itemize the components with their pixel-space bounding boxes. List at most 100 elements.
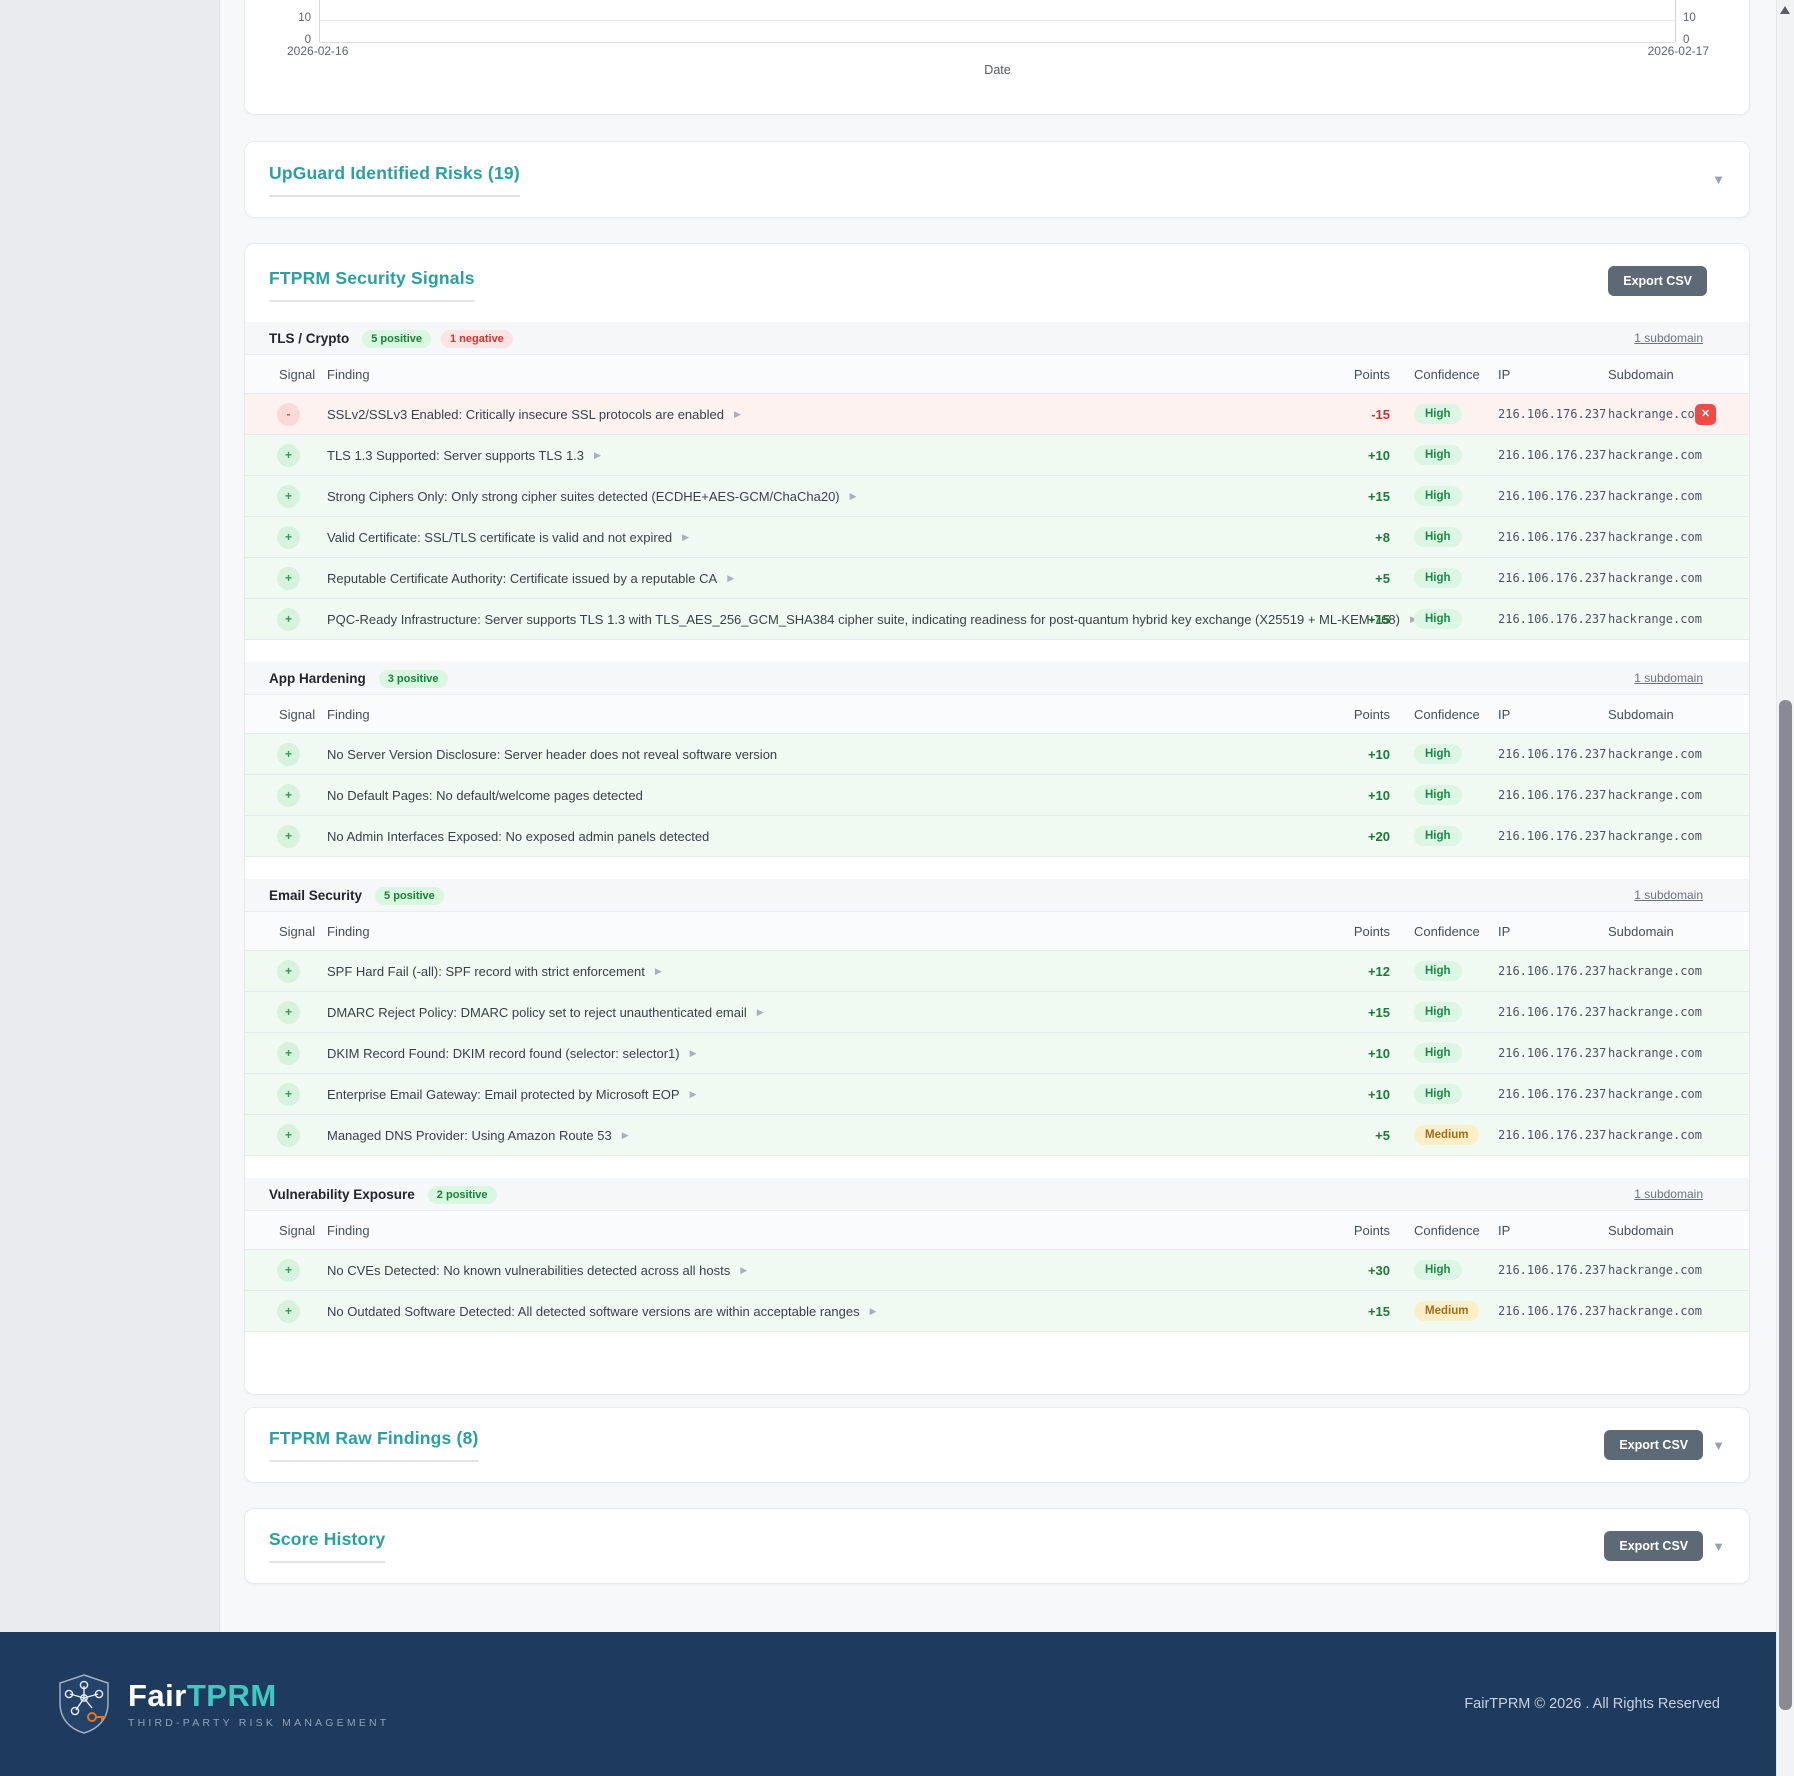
table-row[interactable]: + No Outdated Software Detected: All det… (245, 1291, 1749, 1332)
page-scrollbar[interactable] (1776, 0, 1794, 1776)
table-row[interactable]: + Strong Ciphers Only: Only strong ciphe… (245, 476, 1749, 517)
ip-value: 216.106.176.237 (1498, 747, 1608, 761)
column-header-ip: IP (1498, 924, 1608, 939)
gridline (320, 42, 1675, 43)
table-row[interactable]: + Enterprise Email Gateway: Email protec… (245, 1074, 1749, 1115)
subdomain-value: hackrange.com (1608, 489, 1695, 503)
table-row[interactable]: + Reputable Certificate Authority: Certi… (245, 558, 1749, 599)
table-row[interactable]: - SSLv2/SSLv3 Enabled: Critically insecu… (245, 394, 1749, 435)
table-row[interactable]: + Managed DNS Provider: Using Amazon Rou… (245, 1115, 1749, 1156)
signal-badge: + (277, 485, 300, 508)
chevron-down-icon[interactable]: ▼ (1712, 1539, 1725, 1554)
expand-arrow-icon[interactable]: ▶ (727, 573, 734, 584)
scrollbar-thumb[interactable] (1779, 700, 1792, 1710)
column-header-ip: IP (1498, 707, 1608, 722)
raw-findings-panel: FTPRM Raw Findings (8) Export CSV ▼ (244, 1407, 1750, 1483)
column-header-points: Points (1327, 367, 1390, 382)
confidence-badge: High (1414, 1084, 1462, 1104)
confidence-badge: High (1414, 785, 1462, 805)
table-body: - SSLv2/SSLv3 Enabled: Critically insecu… (245, 394, 1749, 640)
export-csv-button[interactable]: Export CSV (1608, 266, 1707, 296)
signal-group: Vulnerability Exposure 2 positive 1 subd… (245, 1178, 1749, 1332)
subdomain-link[interactable]: 1 subdomain (1634, 671, 1703, 685)
subdomain-value: hackrange.com (1608, 747, 1695, 761)
column-header-finding: Finding (327, 707, 1327, 722)
fairtprm-logo-icon (56, 1673, 112, 1735)
brand-tagline: THIRD-PARTY RISK MANAGEMENT (128, 1717, 389, 1729)
column-header-ip: IP (1498, 1223, 1608, 1238)
table-row[interactable]: + No Server Version Disclosure: Server h… (245, 734, 1749, 775)
points-value: +8 (1327, 530, 1390, 545)
signal-group-header: App Hardening 3 positive 1 subdomain (245, 662, 1749, 694)
group-title: TLS / Crypto (269, 331, 349, 346)
expand-arrow-icon[interactable]: ▶ (655, 966, 662, 977)
y-axis-tick-right: 10 (1683, 12, 1709, 24)
group-title: Vulnerability Exposure (269, 1187, 415, 1202)
group-badges: 3 positive (379, 669, 458, 687)
chevron-down-icon[interactable]: ▼ (1712, 1438, 1725, 1453)
expand-arrow-icon[interactable]: ▶ (690, 1048, 697, 1059)
main-content: 20 10 0 20 10 0 2026-02-16 2026-02-17 Da… (244, 0, 1750, 1584)
expand-arrow-icon[interactable]: ▶ (682, 532, 689, 543)
points-value: +30 (1327, 1263, 1390, 1278)
group-count-badge: 3 positive (379, 670, 448, 688)
expand-arrow-icon[interactable]: ▶ (734, 409, 741, 420)
expand-arrow-icon[interactable]: ▶ (757, 1007, 764, 1018)
expand-arrow-icon[interactable]: ▶ (594, 450, 601, 461)
signal-badge: + (277, 1124, 300, 1147)
table-row[interactable]: + Valid Certificate: SSL/TLS certificate… (245, 517, 1749, 558)
upguard-risks-panel: UpGuard Identified Risks (19) ▼ (244, 141, 1750, 218)
table-row[interactable]: + No Default Pages: No default/welcome p… (245, 775, 1749, 816)
signal-badge: + (277, 608, 300, 631)
subdomain-value: hackrange.com (1608, 1087, 1695, 1101)
subdomain-value: hackrange.com (1608, 407, 1695, 421)
table-row[interactable]: + DMARC Reject Policy: DMARC policy set … (245, 992, 1749, 1033)
column-header-finding: Finding (327, 367, 1327, 382)
expand-arrow-icon[interactable]: ▶ (870, 1306, 877, 1317)
expand-arrow-icon[interactable]: ▶ (740, 1265, 747, 1276)
subdomain-link[interactable]: 1 subdomain (1634, 331, 1703, 345)
points-value: +12 (1327, 964, 1390, 979)
table-row[interactable]: + TLS 1.3 Supported: Server supports TLS… (245, 435, 1749, 476)
signal-group-header: Email Security 5 positive 1 subdomain (245, 879, 1749, 911)
column-header-points: Points (1327, 1223, 1390, 1238)
table-row[interactable]: + DKIM Record Found: DKIM record found (… (245, 1033, 1749, 1074)
finding-text: No Admin Interfaces Exposed: No exposed … (327, 829, 709, 844)
group-title: App Hardening (269, 671, 366, 686)
finding-text: TLS 1.3 Supported: Server supports TLS 1… (327, 448, 584, 463)
signal-group: TLS / Crypto 5 positive1 negative 1 subd… (245, 322, 1749, 640)
table-header-row: Signal Finding Points Confidence IP Subd… (245, 1210, 1749, 1250)
subdomain-link[interactable]: 1 subdomain (1634, 1187, 1703, 1201)
chevron-down-icon[interactable]: ▼ (1712, 172, 1725, 187)
points-value: +15 (1327, 1005, 1390, 1020)
export-csv-button[interactable]: Export CSV (1604, 1430, 1703, 1460)
subdomain-value: hackrange.com (1608, 788, 1695, 802)
confidence-badge: High (1414, 486, 1462, 506)
dismiss-button[interactable]: ✕ (1695, 404, 1716, 425)
x-axis-tick-end: 2026-02-17 (1648, 44, 1709, 58)
signal-badge: + (277, 1259, 300, 1282)
group-badges: 5 positive1 negative (362, 329, 523, 347)
table-row[interactable]: + PQC-Ready Infrastructure: Server suppo… (245, 599, 1749, 640)
expand-arrow-icon[interactable]: ▶ (850, 491, 857, 502)
left-sidebar (0, 0, 220, 1632)
expand-arrow-icon[interactable]: ▶ (622, 1130, 629, 1141)
chart-plot-area (319, 0, 1676, 42)
expand-arrow-icon[interactable]: ▶ (690, 1089, 697, 1100)
table-row[interactable]: + SPF Hard Fail (-all): SPF record with … (245, 951, 1749, 992)
table-row[interactable]: + No CVEs Detected: No known vulnerabili… (245, 1250, 1749, 1291)
points-value: +15 (1327, 612, 1390, 627)
subdomain-link[interactable]: 1 subdomain (1634, 888, 1703, 902)
signal-badge: + (277, 784, 300, 807)
column-header-finding: Finding (327, 1223, 1327, 1238)
table-row[interactable]: + No Admin Interfaces Exposed: No expose… (245, 816, 1749, 857)
finding-text: Enterprise Email Gateway: Email protecte… (327, 1087, 680, 1102)
confidence-badge: Medium (1414, 1301, 1479, 1321)
ip-value: 216.106.176.237 (1498, 489, 1608, 503)
scrollbar-up-arrow-icon[interactable] (1780, 6, 1790, 14)
table-header-row: Signal Finding Points Confidence IP Subd… (245, 911, 1749, 951)
export-csv-button[interactable]: Export CSV (1604, 1531, 1703, 1561)
column-header-confidence: Confidence (1390, 924, 1498, 939)
confidence-badge: High (1414, 1002, 1462, 1022)
score-chart-panel: 20 10 0 20 10 0 2026-02-16 2026-02-17 Da… (244, 0, 1750, 115)
